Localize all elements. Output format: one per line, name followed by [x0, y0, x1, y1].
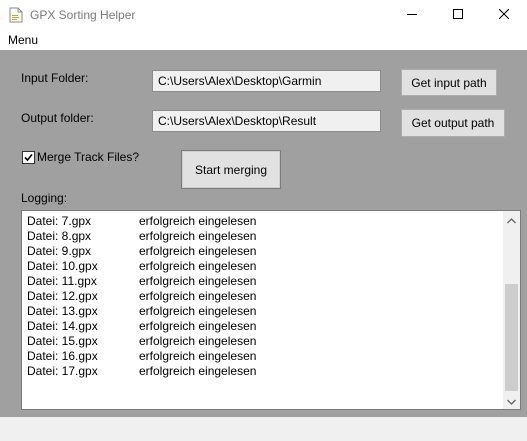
log-file-name: Datei: 17.gpx	[27, 364, 98, 378]
log-status: erfolgreich eingelesen	[139, 319, 257, 333]
log-file-name: Datei: 14.gpx	[27, 319, 98, 333]
log-file-name: Datei: 13.gpx	[27, 304, 98, 318]
maximize-icon	[453, 6, 463, 24]
log-status: erfolgreich eingelesen	[139, 229, 257, 243]
minimize-icon	[407, 6, 417, 24]
scroll-up-button[interactable]	[503, 211, 520, 228]
log-file-name: Datei: 8.gpx	[27, 229, 92, 243]
log-status: erfolgreich eingelesen	[139, 334, 257, 348]
log-status: erfolgreich eingelesen	[139, 244, 257, 258]
output-folder-field[interactable]: C:\Users\Alex\Desktop\Result	[152, 110, 381, 132]
window-title: GPX Sorting Helper	[30, 8, 136, 22]
log-status: erfolgreich eingelesen	[139, 259, 257, 273]
log-file-name: Datei: 7.gpx	[27, 214, 92, 228]
get-input-path-button[interactable]: Get input path	[401, 69, 497, 96]
close-icon	[498, 6, 510, 24]
output-folder-label: Output folder:	[21, 111, 94, 125]
log-list[interactable]: Datei: 7.gpx erfolgreich eingelesen Date…	[21, 210, 521, 410]
logging-label: Logging:	[21, 191, 68, 205]
close-button[interactable]	[481, 0, 527, 30]
chevron-down-icon	[507, 392, 516, 410]
title-bar[interactable]: GPX Sorting Helper	[0, 0, 527, 30]
menu-bar: Menu	[0, 30, 527, 50]
log-status: erfolgreich eingelesen	[139, 304, 257, 318]
scroll-down-button[interactable]	[503, 392, 520, 409]
log-status: erfolgreich eingelesen	[139, 349, 257, 363]
maximize-button[interactable]	[435, 0, 481, 30]
log-file-name: Datei: 15.gpx	[27, 334, 98, 348]
log-status: erfolgreich eingelesen	[139, 214, 257, 228]
merge-checkbox-label[interactable]: Merge Track Files?	[37, 150, 139, 165]
log-file-name: Datei: 12.gpx	[27, 289, 98, 303]
merge-checkbox[interactable]	[22, 151, 35, 164]
log-file-name: Datei: 9.gpx	[27, 244, 92, 258]
start-merging-button[interactable]: Start merging	[181, 150, 281, 189]
chevron-up-icon	[507, 211, 516, 229]
log-file-name: Datei: 11.gpx	[27, 274, 97, 288]
document-icon	[9, 7, 23, 23]
app-window: GPX Sorting Helper Menu Input Folder: C:…	[0, 0, 527, 441]
log-file-name: Datei: 10.gpx	[27, 259, 98, 273]
input-folder-label: Input Folder:	[21, 71, 89, 85]
minimize-button[interactable]	[389, 0, 435, 30]
log-status: erfolgreich eingelesen	[139, 289, 257, 303]
log-scrollbar[interactable]	[503, 211, 520, 409]
log-status: erfolgreich eingelesen	[139, 274, 257, 288]
status-bar	[0, 417, 527, 441]
scroll-thumb[interactable]	[505, 284, 518, 391]
log-file-name: Datei: 16.gpx	[27, 349, 98, 363]
input-folder-field[interactable]: C:\Users\Alex\Desktop\Garmin	[152, 70, 381, 92]
log-status: erfolgreich eingelesen	[139, 364, 257, 378]
menu-item-menu[interactable]: Menu	[8, 33, 38, 47]
get-output-path-button[interactable]: Get output path	[401, 109, 505, 137]
